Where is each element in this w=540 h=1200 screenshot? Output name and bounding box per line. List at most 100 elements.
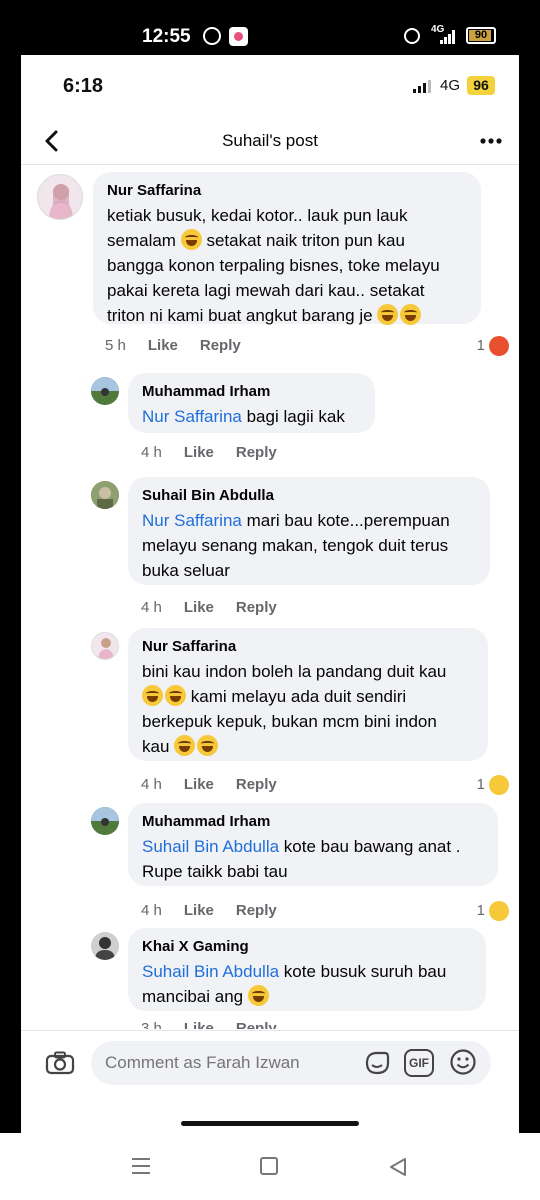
phone-navigation-bar (0, 1133, 540, 1200)
comment-text: Nur Saffarina bagi lagii kak (142, 407, 345, 426)
comment-author[interactable]: Nur Saffarina (142, 638, 474, 655)
comment-author[interactable]: Khai X Gaming (142, 938, 472, 955)
comment-author[interactable]: Muhammad Irham (142, 813, 484, 830)
comment-bubble: Nur Saffarina ketiak busuk, kedai kotor.… (93, 172, 481, 325)
comment-reply: Nur Saffarina bini kau indon boleh la pa… (21, 626, 519, 796)
like-button[interactable]: Like (184, 599, 214, 616)
comment-text: ketiak busuk, kedai kotor.. lauk pun lau… (107, 206, 440, 325)
inner-status-time: 6:18 (63, 75, 104, 97)
comment-author[interactable]: Suhail Bin Abdulla (142, 487, 476, 504)
reply-button[interactable]: Reply (236, 776, 277, 793)
rofl-emoji-icon (247, 985, 269, 1006)
comment-actions: 4 h Like Reply (141, 599, 299, 616)
camera-icon[interactable] (45, 1051, 75, 1075)
rofl-emoji-icon (142, 685, 163, 706)
reply-button[interactable]: Reply (236, 444, 277, 461)
status-time: 12:55 (142, 26, 191, 47)
reaction-count: 1 (476, 337, 485, 354)
more-options-icon[interactable] (479, 131, 503, 151)
comment: Nur Saffarina ketiak busuk, kedai kotor.… (21, 166, 519, 356)
rofl-emoji-icon (165, 685, 186, 706)
comment-actions: 5 h Like Reply (105, 337, 263, 354)
like-button[interactable]: Like (184, 902, 214, 919)
inner-signal-icon (413, 80, 431, 93)
post-header: Suhail's post (21, 119, 519, 165)
reply-button[interactable]: Reply (200, 337, 241, 354)
whatsapp-icon (203, 27, 221, 45)
inner-network-type: 4G (440, 77, 461, 94)
comment-composer: GIF (21, 1030, 519, 1133)
reply-button[interactable]: Reply (236, 902, 277, 919)
home-icon[interactable] (260, 1157, 278, 1175)
comment-author[interactable]: Nur Saffarina (107, 182, 467, 199)
like-button[interactable]: Like (148, 337, 178, 354)
reaction-summary[interactable]: 1 (441, 775, 509, 797)
rofl-emoji-icon (377, 304, 399, 325)
laughing-face-icon (489, 901, 509, 921)
comment-text: bini kau indon boleh la pandang duit kau… (142, 662, 447, 756)
comment-list[interactable]: Nur Saffarina ketiak busuk, kedai kotor.… (21, 166, 519, 1029)
battery-icon: 90 (466, 27, 496, 44)
comment-bubble: Nur Saffarina bini kau indon boleh la pa… (128, 628, 488, 761)
comment-reply: Muhammad Irham Suhail Bin Abdulla kote b… (21, 801, 519, 921)
mention-link[interactable]: Nur Saffarina (142, 407, 242, 426)
recent-apps-icon[interactable] (131, 1157, 151, 1175)
comment-time: 4 h (141, 776, 162, 793)
comment-actions: 4 h Like Reply (141, 444, 299, 461)
reaction-summary[interactable]: 1 (441, 901, 509, 923)
reaction-summary[interactable]: 1 (441, 336, 509, 358)
rofl-emoji-icon (174, 735, 196, 756)
comment-bubble: Muhammad Irham Suhail Bin Abdulla kote b… (128, 803, 498, 886)
comment-time: 4 h (141, 902, 162, 919)
comment-author[interactable]: Muhammad Irham (142, 383, 361, 400)
comment-text: Suhail Bin Abdulla kote bau bawang anat … (142, 837, 461, 881)
avatar[interactable] (91, 481, 119, 509)
comment-reply: Muhammad Irham Nur Saffarina bagi lagii … (21, 371, 519, 466)
rofl-emoji-icon (400, 304, 422, 325)
mention-link[interactable]: Nur Saffarina (142, 511, 242, 530)
comment-bubble: Khai X Gaming Suhail Bin Abdulla kote bu… (128, 928, 486, 1011)
sticker-icon[interactable] (363, 1049, 391, 1077)
inner-battery-icon: 96 (467, 76, 495, 95)
avatar[interactable] (91, 932, 119, 960)
gif-button[interactable]: GIF (404, 1049, 434, 1077)
rofl-emoji-icon (180, 229, 202, 250)
avatar[interactable] (91, 807, 119, 835)
mention-link[interactable]: Suhail Bin Abdulla (142, 962, 279, 981)
comment-bubble: Suhail Bin Abdulla Nur Saffarina mari ba… (128, 477, 490, 585)
comment-time: 5 h (105, 337, 126, 354)
comment-actions: 3 h Like Reply (141, 1020, 299, 1029)
page-title: Suhail's post (222, 131, 318, 150)
comment-actions: 4 h Like Reply (141, 776, 299, 793)
emoji-icon[interactable] (449, 1048, 477, 1076)
comment-reply: Suhail Bin Abdulla Nur Saffarina mari ba… (21, 475, 519, 620)
back-triangle-icon[interactable] (388, 1157, 408, 1177)
mention-link[interactable]: Suhail Bin Abdulla (142, 837, 279, 856)
comment-text: Nur Saffarina mari bau kote...perempuan … (142, 511, 450, 580)
like-button[interactable]: Like (184, 444, 214, 461)
comment-time: 4 h (141, 599, 162, 616)
rofl-emoji-icon (197, 735, 219, 756)
home-indicator (181, 1121, 359, 1126)
signal-icon (440, 30, 456, 44)
comment-time: 3 h (141, 1020, 162, 1029)
reaction-count: 1 (476, 776, 485, 793)
reply-button[interactable]: Reply (236, 599, 277, 616)
comment-time: 4 h (141, 444, 162, 461)
comment-actions: 4 h Like Reply (141, 902, 299, 919)
avatar[interactable] (37, 174, 83, 220)
comment-text: Suhail Bin Abdulla kote busuk suruh bau … (142, 962, 447, 1006)
like-button[interactable]: Like (184, 1020, 214, 1029)
alarm-icon (404, 28, 420, 44)
laughing-face-icon (489, 775, 509, 795)
reply-button[interactable]: Reply (236, 1020, 277, 1029)
phone-status-bar: 12:55 4G 90 (0, 0, 540, 55)
app-notification-icon (229, 27, 248, 46)
avatar[interactable] (91, 377, 119, 405)
like-button[interactable]: Like (184, 776, 214, 793)
comment-reply: Khai X Gaming Suhail Bin Abdulla kote bu… (21, 926, 519, 1029)
reaction-count: 1 (476, 902, 485, 919)
avatar[interactable] (91, 632, 119, 660)
comment-bubble: Muhammad Irham Nur Saffarina bagi lagii … (128, 373, 375, 433)
angry-face-icon (489, 336, 509, 356)
